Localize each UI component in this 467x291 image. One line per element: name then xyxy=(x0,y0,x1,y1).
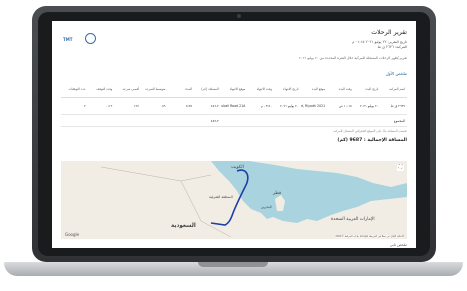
column-header: أقصى سرعة xyxy=(114,81,141,98)
map-label-qatar: قطر xyxy=(273,191,282,196)
column-header: موقع الانتهاء xyxy=(220,81,248,98)
table-cell xyxy=(114,114,141,127)
table-cell: ٠٣:٤٠ م xyxy=(247,97,274,115)
logo-text: TMT xyxy=(63,37,73,42)
table-header-row: اسم المركبة تاريخ البدء وقت البدء موقع البد… xyxy=(61,81,407,98)
table-cell: ١٢٤ xyxy=(114,97,141,115)
laptop-lid: تقرير الرحلات تاريخ التقرير: ٢٢ يوليو ٢٠… xyxy=(32,6,436,262)
total-distance-summary: المسافة الإجمالية : 9687 (كم) xyxy=(337,138,407,143)
table-cell xyxy=(300,114,328,127)
table-cell xyxy=(273,114,301,127)
table-cell: ٤٨٦.٢ xyxy=(194,97,221,115)
column-header: موقع البدء xyxy=(300,81,328,98)
table-cell: ٠:١٢ xyxy=(87,97,115,115)
screen-bezel: تقرير الرحلات تاريخ التقرير: ٢٢ يوليو ٢٠… xyxy=(38,12,430,256)
globe-icon xyxy=(85,33,96,44)
column-header: وقت التوقف xyxy=(87,81,115,98)
map-label-eastern: المنطقة الشرقية xyxy=(209,195,233,199)
table-cell: Dammam Road, Riyadh 2021 xyxy=(300,97,328,115)
column-header: اسم المركبة xyxy=(380,81,407,98)
table-cell: ٨٩ xyxy=(140,97,168,115)
report-date: تاريخ التقرير: ٢٢ يوليو ٢٠٢١ ٠١:١٥ م xyxy=(352,40,407,44)
report-description: تقرير يُظهر الرحلات المسجلة للمركبة خلال… xyxy=(298,56,407,60)
table-cell: ١٠:١٥ ص xyxy=(327,97,354,115)
map-canvas xyxy=(61,161,407,239)
table-cell xyxy=(353,114,381,127)
table-cell: ٥:٢٥ xyxy=(167,97,195,115)
table-cell: ٢ xyxy=(61,97,88,115)
total-row: المجموع ٤٨٦.٢ xyxy=(61,114,407,127)
column-header: المسافة (كم) xyxy=(194,81,221,98)
table-cell xyxy=(87,114,115,127)
table-cell xyxy=(167,114,195,127)
map-label-saudi: السعودية xyxy=(171,223,196,229)
land-qatar xyxy=(275,195,285,211)
map-copyright[interactable]: بيانات الخرائط ©2021 Google الأحكام الإب… xyxy=(335,235,404,238)
land-iran xyxy=(249,161,407,187)
map-label-uae: الإمارات العربية المتحدة xyxy=(331,217,375,222)
table-cell: Al Jubail Road 21A xyxy=(220,97,248,115)
column-header: وقت البدء xyxy=(327,81,354,98)
company-logo: TMT xyxy=(63,33,97,45)
table-cell: ٢٠ يوليو ٢٠٢١ xyxy=(353,97,381,115)
table-cell xyxy=(61,114,88,127)
table-cell xyxy=(220,114,248,127)
column-header: عدد التوقفات xyxy=(61,81,88,98)
total-label: المجموع xyxy=(380,114,407,127)
table-cell: ٢٦٣٦ ق ط xyxy=(380,97,407,115)
google-logo: Google xyxy=(65,232,80,237)
second-section-title: ملخص ثاني xyxy=(389,243,407,247)
column-header: وقت الانتهاء xyxy=(247,81,274,98)
map-label-bahrain: البحرين xyxy=(261,205,272,209)
fullscreen-icon[interactable]: ⛶ xyxy=(397,164,404,171)
laptop-base xyxy=(4,262,463,276)
section-title: ملخص الأول xyxy=(385,71,407,76)
page-title: تقرير الرحلات xyxy=(371,29,407,36)
route-map[interactable]: الكويت السعودية قطر البحرين الإمارات الع… xyxy=(61,161,407,239)
laptop-notch xyxy=(198,262,268,267)
vehicle-info: المركبة: ٢٦٣٦ ق ط xyxy=(377,45,407,49)
table-cell xyxy=(140,114,168,127)
map-label-kuwait: الكويت xyxy=(231,165,244,170)
total-distance: ٤٨٦.٢ xyxy=(194,114,221,127)
table-cell xyxy=(247,114,274,127)
trip-report: تقرير الرحلات تاريخ التقرير: ٢٢ يوليو ٢٠… xyxy=(52,21,416,248)
column-header: المدة xyxy=(167,81,195,98)
table-row: ٢٦٣٦ ق ط٢٠ يوليو ٢٠٢١١٠:١٥ صDammam Road,… xyxy=(61,97,407,115)
table-cell xyxy=(327,114,354,127)
footnote: تحسب المسافة بناءً على الموقع الجغرافي ا… xyxy=(333,129,407,133)
column-header: متوسط السرعة xyxy=(140,81,168,98)
camera-icon xyxy=(237,14,241,18)
screen: تقرير الرحلات تاريخ التقرير: ٢٢ يوليو ٢٠… xyxy=(52,21,416,248)
column-header: تاريخ الانتهاء xyxy=(273,81,301,98)
table-cell: ٢٠ يوليو ٢٠٢١ xyxy=(273,97,301,115)
column-header: تاريخ البدء xyxy=(353,81,381,98)
trips-table: اسم المركبة تاريخ البدء وقت البدء موقع البد… xyxy=(61,81,407,127)
